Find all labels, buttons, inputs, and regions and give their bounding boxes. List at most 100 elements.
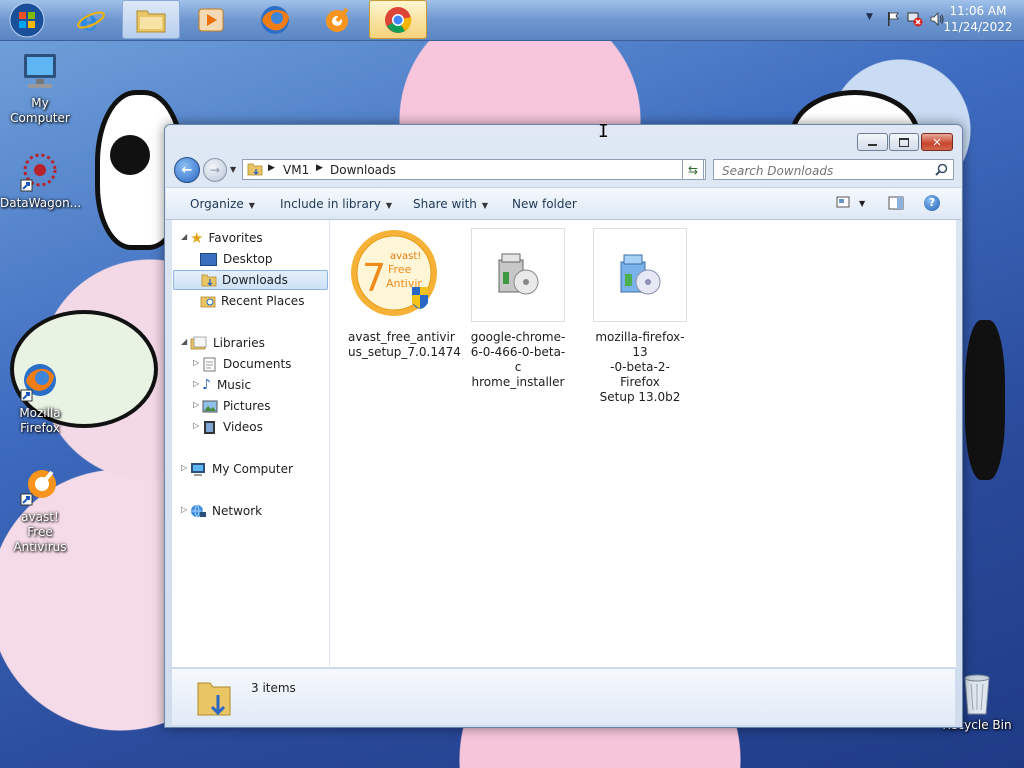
file-thumbnail: [471, 228, 565, 322]
collapse-libraries-icon[interactable]: ◢: [181, 337, 187, 346]
nav-favorites[interactable]: ★ Favorites: [190, 228, 263, 248]
expand-network-icon[interactable]: ▷: [181, 505, 187, 514]
svg-text:7: 7: [362, 256, 386, 300]
nav-pictures[interactable]: Pictures: [202, 396, 271, 416]
file-name-line: -0-beta-2-Firefox: [610, 360, 670, 389]
folder-icon: [136, 10, 166, 32]
organize-button[interactable]: Organize ▼: [190, 197, 255, 211]
avast-icon: [18, 464, 62, 508]
recycle-bin-icon: [957, 670, 997, 716]
taskbar-avast[interactable]: [308, 0, 366, 39]
desktop-icon-my-computer[interactable]: My Computer: [0, 50, 80, 126]
network-icon: [191, 504, 206, 518]
start-button[interactable]: [0, 0, 54, 39]
nav-libraries[interactable]: Libraries: [190, 333, 265, 353]
taskbar-firefox[interactable]: [246, 0, 304, 39]
nav-videos-label: Videos: [223, 420, 263, 434]
new-folder-button[interactable]: New folder: [512, 197, 577, 211]
nav-network-label: Network: [212, 504, 263, 518]
taskbar-windows-explorer[interactable]: [122, 0, 180, 39]
recent-pages-icon[interactable]: ▼: [230, 165, 236, 174]
dropdown-arrow-icon: ▼: [248, 201, 255, 210]
nav-documents[interactable]: Documents: [202, 354, 291, 374]
file-name-line: 6-0-466-0-beta-c: [470, 345, 566, 374]
downloads-folder-icon: [197, 682, 231, 716]
forward-button[interactable]: →: [203, 158, 227, 182]
breadcrumb-vm1[interactable]: VM1: [283, 163, 309, 177]
taskbar: e ▼ 11:06 AM 11/24/2022: [0, 0, 1024, 41]
expand-videos-icon[interactable]: ▷: [193, 421, 199, 430]
nav-documents-label: Documents: [223, 357, 292, 371]
search-box: [713, 159, 954, 180]
minimize-button[interactable]: [857, 133, 888, 151]
avast-icon: [326, 7, 349, 32]
search-input[interactable]: [720, 161, 934, 180]
view-icon: [836, 196, 850, 208]
preview-pane-button[interactable]: [888, 196, 904, 213]
chrome-icon: [385, 6, 412, 33]
address-bar[interactable]: ▶ VM1 ▶ Downloads ▼: [242, 159, 706, 180]
close-icon: ✕: [932, 135, 942, 149]
file-item-chrome-installer[interactable]: google-chrome- 6-0-466-0-beta-c hrome_in…: [470, 228, 566, 390]
svg-text:avast!: avast!: [390, 251, 421, 262]
taskbar-internet-explorer[interactable]: e: [62, 0, 120, 39]
file-name-line: Setup 13.0b2: [599, 390, 681, 404]
nav-music[interactable]: ♪ Music: [202, 375, 251, 395]
downloads-folder-icon: [201, 274, 217, 287]
expand-music-icon[interactable]: ▷: [193, 379, 199, 388]
nav-desktop[interactable]: Desktop: [200, 249, 273, 269]
back-button[interactable]: ←: [174, 157, 200, 183]
expand-my-computer-icon[interactable]: ▷: [181, 463, 187, 472]
expand-documents-icon[interactable]: ▷: [193, 358, 199, 367]
share-with-button[interactable]: Share with ▼: [413, 197, 488, 211]
change-view-button[interactable]: [836, 196, 850, 211]
maximize-button[interactable]: [889, 133, 919, 151]
maximize-icon: [899, 137, 909, 147]
nav-my-computer[interactable]: My Computer: [190, 459, 293, 479]
music-icon: ♪: [202, 377, 211, 393]
nav-pictures-label: Pictures: [223, 399, 271, 413]
nav-videos[interactable]: Videos: [202, 417, 263, 437]
command-bar: Organize ▼ Include in library ▼ Share with…: [166, 187, 961, 220]
collapse-favorites-icon[interactable]: ◢: [181, 232, 187, 241]
breadcrumb-downloads[interactable]: Downloads: [330, 163, 396, 177]
file-item-avast-setup[interactable]: 7 avast! Free Antivir avast_free_antivir us…: [348, 228, 461, 360]
documents-icon: [203, 357, 216, 371]
nav-music-label: Music: [216, 378, 252, 392]
desktop-icon-datawagon[interactable]: DataWagon...: [0, 150, 82, 211]
close-button[interactable]: ✕: [921, 133, 953, 151]
dropdown-arrow-icon: ▼: [481, 201, 489, 210]
show-hidden-icons-icon[interactable]: ▼: [866, 12, 873, 22]
desktop-icon-label: DataWagon...: [0, 196, 82, 210]
help-icon: ?: [928, 196, 936, 209]
refresh-button[interactable]: ⇆: [682, 159, 704, 180]
nav-network[interactable]: Network: [190, 501, 262, 521]
desktop-icon-label: My Computer: [10, 96, 70, 125]
file-item-firefox-setup[interactable]: mozilla-firefox-13 -0-beta-2-Firefox Set…: [592, 228, 688, 405]
installer-package-icon: [498, 253, 539, 295]
include-in-library-button[interactable]: Include in library ▼: [280, 197, 392, 211]
nav-downloads[interactable]: Downloads: [173, 270, 328, 290]
dropdown-arrow-icon: ▼: [385, 201, 393, 210]
search-icon[interactable]: [935, 163, 948, 176]
item-count: 3 items: [251, 681, 296, 695]
nav-recent-places[interactable]: Recent Places: [200, 291, 304, 311]
organize-label: Organize: [190, 197, 244, 211]
nav-favorites-label: Favorites: [208, 231, 263, 245]
text-cursor-icon: I: [598, 121, 609, 142]
desktop-icon-avast[interactable]: avast! Free Antivirus: [0, 464, 80, 555]
expand-pictures-icon[interactable]: ▷: [193, 400, 199, 409]
desktop-icon-mozilla-firefox[interactable]: Mozilla Firefox: [0, 360, 80, 436]
clock[interactable]: 11:06 AM 11/24/2022: [938, 3, 1018, 35]
computer-icon: [191, 462, 205, 476]
file-name-line: google-chrome-: [470, 330, 566, 344]
taskbar-chrome[interactable]: [369, 0, 427, 39]
network-error-icon[interactable]: [907, 11, 923, 27]
help-button[interactable]: ?: [924, 195, 940, 211]
action-center-flag-icon[interactable]: [886, 11, 900, 27]
taskbar-media-player[interactable]: [182, 0, 240, 39]
nav-desktop-label: Desktop: [223, 252, 273, 266]
system-tray: ▼ 11:06 AM 11/24/2022: [834, 0, 1024, 40]
view-dropdown-icon[interactable]: ▼: [859, 199, 865, 208]
installer-package-icon: [620, 254, 661, 295]
